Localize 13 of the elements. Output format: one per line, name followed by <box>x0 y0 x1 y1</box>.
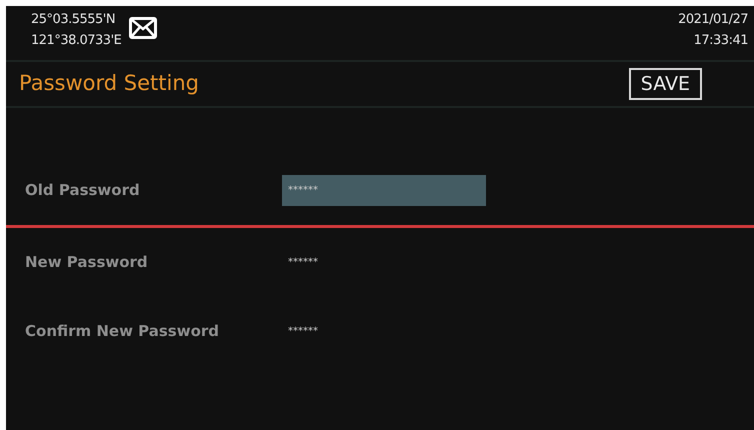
field-label: Old Password <box>25 180 141 202</box>
longitude: 121°38.0733'E <box>31 32 122 50</box>
field-label: Confirm New Password <box>25 321 220 342</box>
password-field[interactable]: ****** <box>282 316 486 347</box>
password-field[interactable]: ****** <box>282 175 486 206</box>
save-button[interactable]: SAVE <box>628 68 702 100</box>
latitude: 25°03.5555'N <box>31 11 116 29</box>
password-field[interactable]: ****** <box>282 247 486 278</box>
time-text: 17:33:41 <box>694 32 748 50</box>
field-label: New Password <box>25 252 149 274</box>
date-text: 2021/01/27 <box>678 11 748 29</box>
envelope-icon <box>129 17 158 39</box>
page-title: Password Setting <box>19 70 199 98</box>
